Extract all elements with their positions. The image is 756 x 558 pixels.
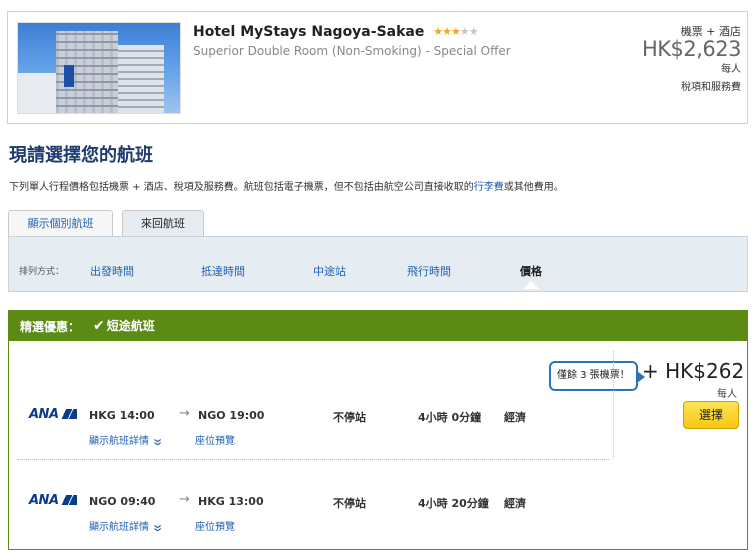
hotel-card: Hotel MyStays Nagoya-Sakae ★★★★★ Superio… (7, 11, 748, 124)
ana-logo-icon: ANA (29, 493, 77, 508)
room-type: Superior Double Room (Non-Smoking) - Spe… (193, 44, 511, 58)
star-icon: ★ (450, 25, 461, 38)
details-link-label: 顯示航班詳情 (89, 522, 149, 533)
double-chevron-down-icon: ❯❯ (154, 437, 162, 445)
fare-description: 下列單人行程價格包括機票 + 酒店、稅項及服務費。航班包括電子機票，但不包括由航… (9, 178, 564, 193)
hotel-name[interactable]: Hotel MyStays Nagoya-Sakae (193, 24, 424, 40)
deal-header: 精選優惠： ✔ 短途航班 (9, 311, 747, 341)
package-per-person: 每人 (721, 64, 741, 75)
deal-tag: ✔ 短途航班 (93, 317, 155, 334)
sort-arrival-time[interactable]: 抵達時間 (201, 263, 245, 279)
sort-departure-time[interactable]: 出發時間 (90, 263, 134, 279)
seat-preview-link[interactable]: 座位預覽 (195, 518, 235, 533)
seat-preview-link[interactable]: 座位預覽 (195, 432, 235, 447)
sort-flight-duration[interactable]: 飛行時間 (407, 263, 451, 279)
airline-name: ANA (29, 493, 59, 508)
double-chevron-down-icon: ❯❯ (154, 523, 162, 531)
star-icon: ★ (442, 25, 452, 38)
show-flight-details-link[interactable]: 顯示航班詳情 ❯❯ (89, 518, 162, 533)
package-tax-note: 稅項和服務費 (681, 82, 741, 93)
desc-text-end: 或其他費用。 (503, 182, 564, 193)
ana-logo-icon: ANA (29, 407, 77, 422)
desc-text: 下列單人行程價格包括機票 + 酒店、稅項及服務費。航班包括電子機票，但不包括由航… (9, 182, 474, 193)
arrow-right-icon: → (179, 406, 190, 421)
star-icon: ★ (459, 25, 470, 38)
departure: HKG 14:00 (89, 409, 155, 422)
photo-building-right (118, 45, 164, 113)
deal-tag-text: 短途航班 (106, 319, 155, 333)
departure: NGO 09:40 (89, 495, 156, 508)
segment-divider (17, 459, 609, 460)
tab-individual-flights[interactable]: 顯示個別航班 (8, 210, 113, 237)
arrival: NGO 19:00 (198, 409, 265, 422)
duration: 4小時 20分鐘 (418, 497, 489, 510)
tab-round-trip[interactable]: 來回航班 (122, 210, 204, 238)
stops: 不停站 (333, 411, 366, 424)
show-flight-details-link[interactable]: 顯示航班詳情 ❯❯ (89, 432, 162, 447)
stops: 不停站 (333, 497, 366, 510)
star-icon: ★ (433, 25, 443, 38)
ana-logo-stripes (60, 495, 77, 505)
sort-price[interactable]: 價格 (520, 263, 542, 279)
hotel-name-row: Hotel MyStays Nagoya-Sakae ★★★★★ (193, 24, 479, 40)
duration: 4小時 0分鐘 (418, 411, 482, 424)
star-rating: ★★★★★ (433, 25, 479, 38)
checkmark-icon: ✔ (93, 318, 105, 334)
photo-building-left (18, 73, 56, 113)
cabin-class: 經濟 (504, 497, 526, 510)
details-link-label: 顯示航班詳情 (89, 436, 149, 447)
flight-per-person: 每人 (717, 389, 737, 400)
star-icon: ★ (468, 25, 479, 38)
flight-segment-return: ANA NGO 09:40 → HKG 13:00 不停站 4小時 20分鐘 經… (9, 487, 749, 535)
ana-logo-stripes (60, 409, 77, 419)
arrow-right-icon: → (179, 492, 190, 507)
sort-stops[interactable]: 中途站 (313, 263, 346, 279)
sort-label: 排列方式： (19, 267, 65, 277)
flight-price: + HK$262 (642, 359, 745, 383)
flight-result-card: 精選優惠： ✔ 短途航班 僅餘 3 張機票！ + HK$262 每人 選擇 ANA… (8, 310, 748, 550)
deal-label: 精選優惠： (20, 320, 81, 334)
seats-left-badge: 僅餘 3 張機票！ (549, 361, 645, 391)
sort-bar: 排列方式： 出發時間 抵達時間 中途站 飛行時間 價格 (8, 236, 748, 292)
cabin-class: 經濟 (504, 411, 526, 424)
flight-segment-outbound: ANA HKG 14:00 → NGO 19:00 不停站 4小時 0分鐘 經濟… (9, 401, 749, 449)
package-price: HK$2,623 (641, 37, 742, 61)
photo-hotel-sign (64, 65, 74, 87)
page-title: 現請選擇您的航班 (9, 145, 153, 166)
airline-name: ANA (29, 407, 59, 422)
arrival: HKG 13:00 (198, 495, 264, 508)
baggage-fee-link[interactable]: 行李費 (474, 182, 504, 193)
sort-caret-icon (523, 281, 539, 289)
hotel-photo[interactable] (17, 22, 181, 114)
